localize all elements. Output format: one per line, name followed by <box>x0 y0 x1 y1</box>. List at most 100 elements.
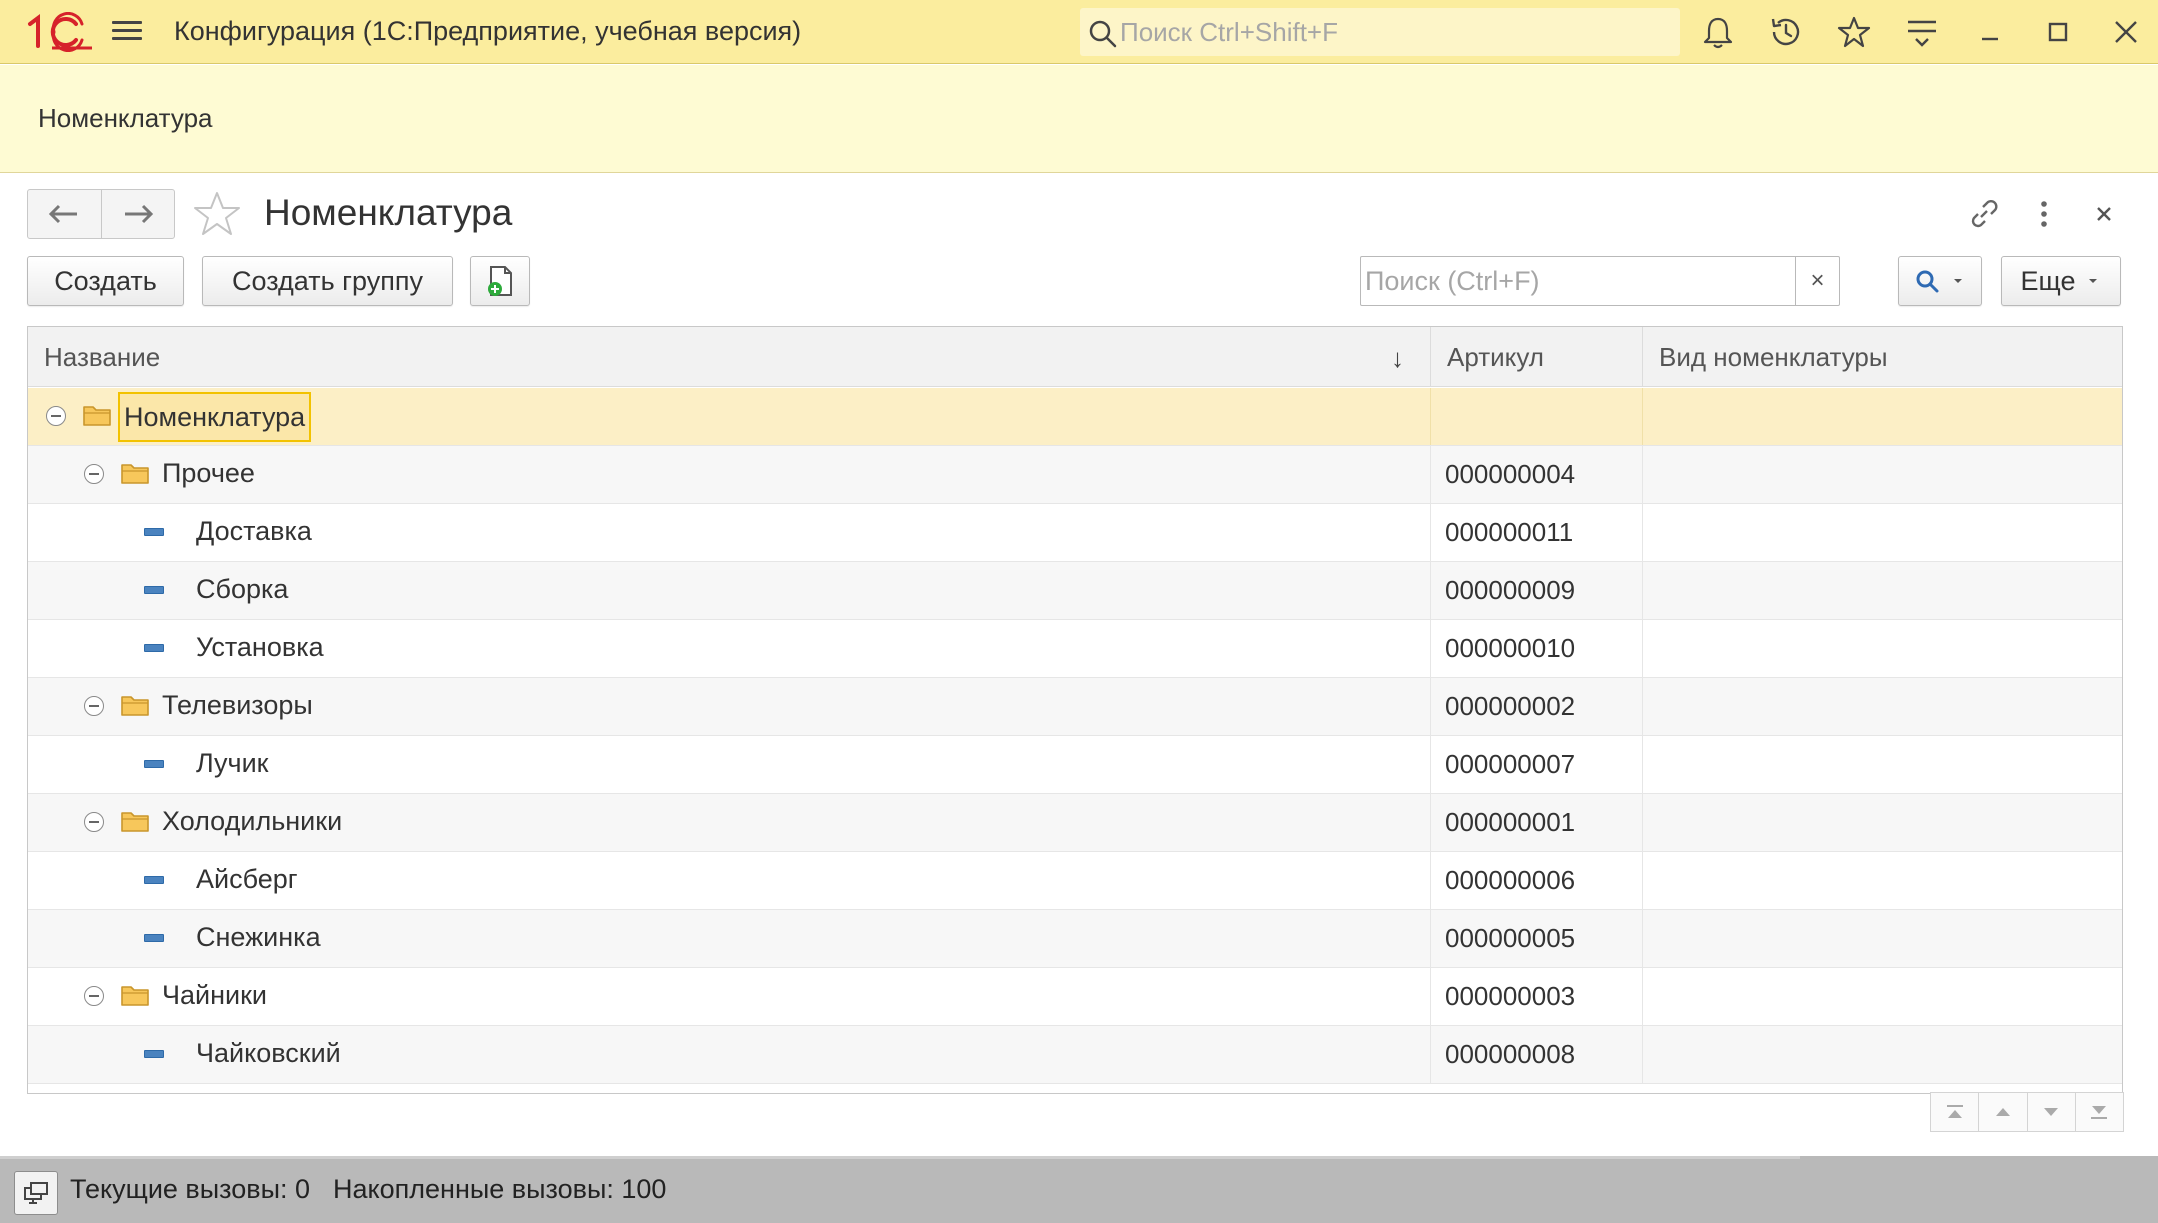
favorite-star-icon[interactable] <box>192 189 242 239</box>
cell-name[interactable]: Прочее <box>28 446 1429 503</box>
table-row[interactable]: Доставка 000000011 <box>28 504 2122 562</box>
close-form-icon[interactable] <box>2082 192 2126 236</box>
cell-article[interactable]: 000000009 <box>1430 562 1642 619</box>
cell-name[interactable]: Установка <box>28 620 1429 677</box>
cell-article[interactable]: 000000004 <box>1430 446 1642 503</box>
cell-article[interactable]: 000000002 <box>1430 678 1642 735</box>
row-name: Чайковский <box>196 1038 341 1068</box>
collapse-toggle-icon[interactable] <box>84 696 104 716</box>
cell-kind[interactable] <box>1642 1026 2122 1083</box>
table-row[interactable]: Айсберг 000000006 <box>28 852 2122 910</box>
table-row[interactable]: Снежинка 000000005 <box>28 910 2122 968</box>
search-options-button[interactable] <box>1898 256 1982 306</box>
global-search[interactable] <box>1080 8 1680 56</box>
cell-kind[interactable] <box>1642 910 2122 967</box>
cell-article[interactable]: 000000010 <box>1430 620 1642 677</box>
column-header-name[interactable]: Название ↓ <box>28 327 1430 387</box>
cell-name[interactable]: Айсберг <box>28 852 1429 909</box>
item-icon <box>144 1050 164 1058</box>
table-row[interactable]: Номенклатура <box>28 388 2122 446</box>
table-row[interactable]: Холодильники 000000001 <box>28 794 2122 852</box>
cell-kind[interactable] <box>1642 562 2122 619</box>
cell-name[interactable]: Сборка <box>28 562 1429 619</box>
forward-button[interactable] <box>100 190 175 238</box>
row-name: Лучик <box>196 748 269 778</box>
cell-name[interactable]: Лучик <box>28 736 1429 793</box>
cell-article[interactable]: 000000005 <box>1430 910 1642 967</box>
cell-name[interactable]: Телевизоры <box>28 678 1429 735</box>
table-row[interactable]: Установка 000000010 <box>28 620 2122 678</box>
cell-article[interactable]: 000000011 <box>1430 504 1642 561</box>
cell-article[interactable]: 000000008 <box>1430 1026 1642 1083</box>
table-row[interactable]: Чайковский 000000008 <box>28 1026 2122 1084</box>
title-bar: Конфигурация (1С:Предприятие, учебная ве… <box>0 0 2158 64</box>
1c-logo[interactable] <box>24 12 94 52</box>
back-button[interactable] <box>28 190 101 238</box>
list-search-input[interactable] <box>1365 263 1785 299</box>
cell-name[interactable]: Чайковский <box>28 1026 1429 1083</box>
cell-kind[interactable] <box>1642 446 2122 503</box>
create-button[interactable]: Создать <box>27 256 184 306</box>
global-search-input[interactable] <box>1120 14 1660 50</box>
more-actions-icon[interactable] <box>2022 192 2066 236</box>
collapse-toggle-icon[interactable] <box>84 464 104 484</box>
cell-name[interactable]: Снежинка <box>28 910 1429 967</box>
collapse-toggle-icon[interactable] <box>84 986 104 1006</box>
cell-article[interactable]: 000000006 <box>1430 852 1642 909</box>
scroll-down-button[interactable] <box>2026 1093 2075 1131</box>
list-search[interactable]: × <box>1360 256 1840 306</box>
row-name: Холодильники <box>162 806 343 836</box>
accumulated-calls: Накопленные вызовы: 100 <box>333 1174 667 1204</box>
more-button[interactable]: Еще <box>2001 256 2121 306</box>
item-icon <box>144 876 164 884</box>
column-header-article[interactable]: Артикул <box>1430 327 1642 387</box>
collapse-toggle-icon[interactable] <box>46 406 66 426</box>
cell-name[interactable]: Номенклатура <box>28 388 1429 445</box>
scroll-up-button[interactable] <box>1978 1093 2026 1131</box>
cell-article[interactable]: 000000001 <box>1430 794 1642 851</box>
cell-kind[interactable] <box>1642 794 2122 851</box>
cell-kind[interactable] <box>1642 852 2122 909</box>
row-name: Прочее <box>162 458 255 488</box>
main-menu-icon[interactable] <box>110 16 144 48</box>
collapse-toggle-icon[interactable] <box>84 812 104 832</box>
cell-kind[interactable] <box>1642 504 2122 561</box>
minimize-icon[interactable] <box>1970 12 2010 52</box>
performance-monitor-icon[interactable] <box>14 1171 58 1215</box>
section-item-nomenclature[interactable]: Номенклатура <box>38 103 212 134</box>
scroll-top-button[interactable] <box>1931 1093 1978 1131</box>
table-row[interactable]: Телевизоры 000000002 <box>28 678 2122 736</box>
table-header: Название ↓ Артикул Вид номенклатуры <box>28 327 2122 387</box>
close-icon[interactable] <box>2106 12 2146 52</box>
star-icon[interactable] <box>1834 12 1874 52</box>
history-icon[interactable] <box>1766 12 1806 52</box>
cell-article[interactable]: 000000007 <box>1430 736 1642 793</box>
maximize-icon[interactable] <box>2038 12 2078 52</box>
copy-create-button[interactable] <box>470 256 530 306</box>
row-name: Установка <box>196 632 324 662</box>
search-icon <box>1089 20 1117 48</box>
settings-list-icon[interactable] <box>1902 12 1942 52</box>
cell-kind[interactable] <box>1642 678 2122 735</box>
create-group-button[interactable]: Создать группу <box>202 256 453 306</box>
bell-icon[interactable] <box>1698 12 1738 52</box>
search-clear-button[interactable]: × <box>1795 257 1839 305</box>
nomenclature-table[interactable]: Название ↓ Артикул Вид номенклатуры Номе… <box>27 326 2123 1094</box>
cell-name[interactable]: Чайники <box>28 968 1429 1025</box>
scroll-bottom-button[interactable] <box>2074 1093 2123 1131</box>
table-row[interactable]: Сборка 000000009 <box>28 562 2122 620</box>
cell-article[interactable] <box>1430 388 1642 445</box>
link-icon[interactable] <box>1962 192 2006 236</box>
cell-name[interactable]: Холодильники <box>28 794 1429 851</box>
cell-kind[interactable] <box>1642 388 2122 445</box>
column-header-kind[interactable]: Вид номенклатуры <box>1642 327 2122 387</box>
cell-kind[interactable] <box>1642 968 2122 1025</box>
cell-name[interactable]: Доставка <box>28 504 1429 561</box>
table-row[interactable]: Чайники 000000003 <box>28 968 2122 1026</box>
cell-kind[interactable] <box>1642 620 2122 677</box>
cell-kind[interactable] <box>1642 736 2122 793</box>
cell-article[interactable]: 000000003 <box>1430 968 1642 1025</box>
table-row[interactable]: Прочее 000000004 <box>28 446 2122 504</box>
folder-icon <box>121 464 149 484</box>
table-row[interactable]: Лучик 000000007 <box>28 736 2122 794</box>
